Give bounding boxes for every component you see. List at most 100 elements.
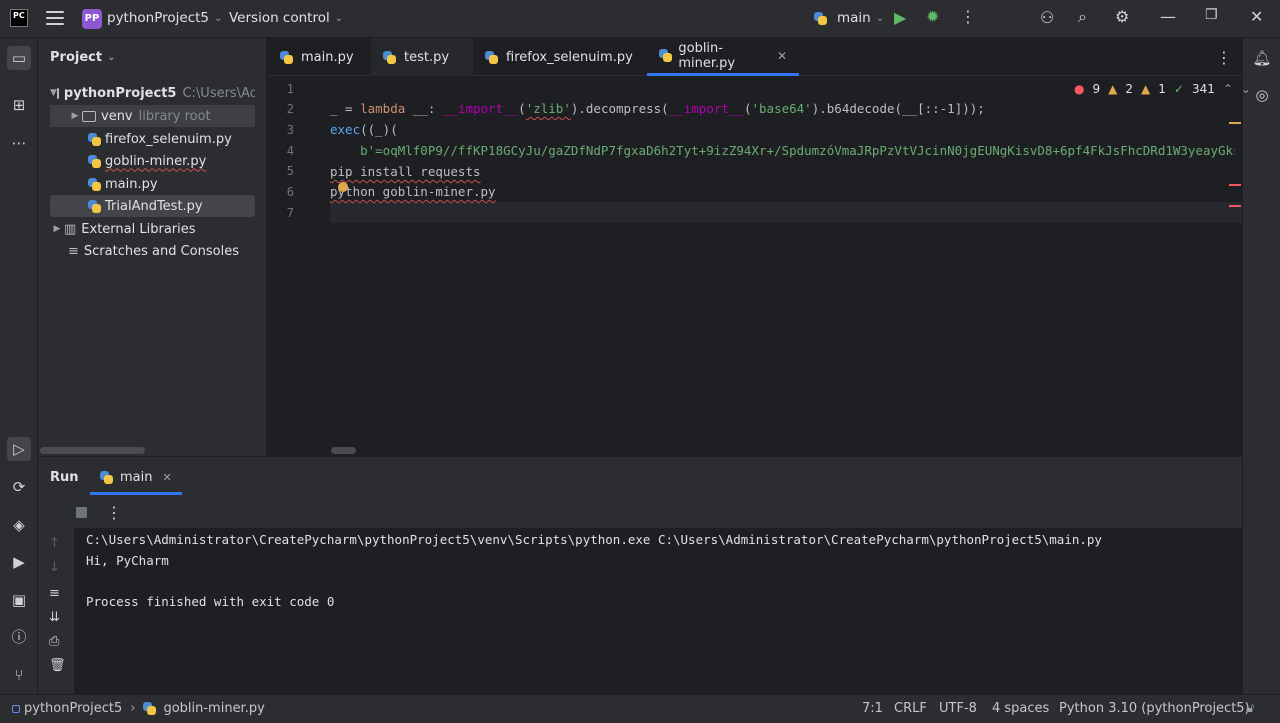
main-menu-icon[interactable] <box>46 11 64 25</box>
settings-gear-icon[interactable]: ⚙ <box>1115 7 1129 26</box>
code-token: exec <box>330 122 361 137</box>
close-tab-icon[interactable]: ✕ <box>777 49 787 63</box>
tree-item-file-selected[interactable]: TrialAndTest.py <box>50 195 255 217</box>
python-file-icon <box>88 154 101 168</box>
services-icon[interactable]: ▶ <box>7 550 31 574</box>
project-folder-icon[interactable]: ▭ <box>7 46 31 70</box>
python-packages-icon[interactable]: ⟳ <box>7 475 31 499</box>
project-panel-header[interactable]: Project ⌄ <box>50 50 115 65</box>
project-badge[interactable]: PP <box>82 9 102 29</box>
tree-item-venv[interactable]: ▶ venv library root <box>50 105 255 127</box>
code-token: _ = <box>330 101 361 116</box>
intention-bulb-icon[interactable] <box>338 182 348 192</box>
scrollbar-warning-mark[interactable] <box>1229 122 1241 124</box>
tab-goblin-miner[interactable]: goblin-miner.py ✕ <box>647 38 799 76</box>
file-encoding[interactable]: UTF-8 <box>939 701 977 716</box>
code-token: __import__ <box>442 101 519 116</box>
tree-item-file[interactable]: firefox_selenuim.py <box>50 128 255 150</box>
folder-icon <box>82 110 96 122</box>
warning-count: 2 <box>1125 82 1133 96</box>
scroll-up-icon[interactable]: ↑ <box>49 536 60 551</box>
problems-icon[interactable]: ⓘ <box>7 625 31 649</box>
line-gutter: 1 2 3 4 5 6 7 <box>268 76 330 456</box>
expand-arrow-icon[interactable]: ▶ <box>68 111 82 121</box>
tree-item-file[interactable]: main.py <box>50 173 255 195</box>
run-icon[interactable]: ▶ <box>894 8 906 27</box>
scratches-icon: ≡ <box>68 243 79 259</box>
add-user-icon[interactable]: ⚇ <box>1040 8 1054 27</box>
tab-firefox-selenuim[interactable]: firefox_selenuim.py <box>473 38 645 76</box>
tabs-menu-icon[interactable]: ⋮ <box>1216 48 1232 67</box>
tree-root-name: pythonProject5 <box>63 85 177 101</box>
minimize-icon[interactable]: — <box>1160 7 1176 26</box>
folder-icon <box>56 87 59 99</box>
scroll-down-icon[interactable]: ↓ <box>49 560 60 575</box>
indent-setting[interactable]: 4 spaces <box>992 701 1049 716</box>
notifications-bell-icon[interactable]: 🔔︎ <box>1250 46 1274 70</box>
structure-icon[interactable]: ⊞ <box>7 93 31 117</box>
terminal-icon[interactable]: ▣ <box>7 588 31 612</box>
lock-icon[interactable]: 🔓︎ <box>1246 701 1254 716</box>
python-file-icon <box>88 199 101 213</box>
tree-root[interactable]: ▼ pythonProject5 C:\Users\Adm <box>50 82 255 104</box>
run-tool-icon[interactable]: ▷ <box>7 437 31 461</box>
breadcrumb-project[interactable]: pythonProject5 <box>24 701 122 716</box>
caret-position[interactable]: 7:1 <box>862 701 883 716</box>
code-editor[interactable]: _ = lambda __: __import__('zlib').decomp… <box>330 76 1235 446</box>
check-icon: ✓ <box>1173 82 1184 96</box>
trash-icon[interactable]: 🗑︎ <box>49 658 66 673</box>
run-side-toolbar: ↑ ↓ ≡ ⇊ ⎙ 🗑︎ <box>38 500 74 694</box>
inspection-widget[interactable]: ● 9 ▲ 2 ▲ 1 ✓ 341 ⌃ ⌄ <box>1074 82 1259 96</box>
previous-problem-icon[interactable]: ⌃ <box>1223 82 1233 96</box>
external-libraries-label: External Libraries <box>81 221 196 237</box>
tree-scratches[interactable]: ≡ Scratches and Consoles <box>50 240 255 262</box>
python-icon <box>100 471 113 484</box>
line-separator[interactable]: CRLF <box>894 701 927 716</box>
ok-count: 341 <box>1191 82 1215 96</box>
project-panel-scrollbar[interactable] <box>40 447 145 454</box>
layers-icon[interactable]: ◈ <box>7 513 31 537</box>
expand-arrow-icon[interactable]: ▶ <box>50 224 64 234</box>
tab-label: firefox_selenuim.py <box>506 49 633 65</box>
run-config-name: main <box>837 10 871 26</box>
status-bar: pythonProject5 › goblin-miner.py 7:1 CRL… <box>0 694 1280 723</box>
run-config-selector[interactable]: main ⌄ <box>814 10 884 26</box>
more-options-icon[interactable]: ⋮ <box>106 503 122 522</box>
git-icon[interactable]: ⑂ <box>7 663 31 687</box>
scroll-to-end-icon[interactable]: ⇊ <box>49 610 60 625</box>
tab-test-py[interactable]: test.py <box>371 38 473 76</box>
code-token: ).b64decode(__[::-1])); <box>811 101 985 116</box>
close-tab-icon[interactable]: ✕ <box>162 471 171 484</box>
run-tab-main[interactable]: main ✕ <box>90 463 182 495</box>
soft-wrap-icon[interactable]: ≡ <box>49 586 60 601</box>
debug-icon[interactable]: ✹ <box>926 7 939 26</box>
project-switcher[interactable]: pythonProject5 ⌄ <box>107 10 222 26</box>
tree-external-libraries[interactable]: ▶ ▥ External Libraries <box>50 218 255 240</box>
expand-arrow-icon[interactable]: ▼ <box>50 88 57 98</box>
next-problem-icon[interactable]: ⌄ <box>1241 82 1251 96</box>
tree-item-file[interactable]: goblin-miner.py <box>50 150 255 172</box>
python-file-icon <box>485 50 498 64</box>
restore-icon[interactable]: ❐ <box>1205 7 1218 23</box>
python-icon <box>814 11 827 25</box>
scrollbar-error-mark[interactable] <box>1229 205 1241 207</box>
python-interpreter[interactable]: Python 3.10 (pythonProject5) <box>1059 701 1250 716</box>
line-number: 5 <box>286 164 294 178</box>
search-icon[interactable]: ⌕ <box>1078 7 1087 27</box>
run-console[interactable]: C:\Users\Administrator\CreatePycharm\pyt… <box>74 528 1242 694</box>
breadcrumb-file[interactable]: goblin-miner.py <box>163 701 264 716</box>
python-file-icon <box>659 49 673 62</box>
code-token: ( <box>743 101 752 116</box>
more-options-icon[interactable]: ⋮ <box>960 7 976 26</box>
scrollbar-error-mark[interactable] <box>1229 184 1241 186</box>
error-count: 9 <box>1092 82 1101 96</box>
close-icon[interactable]: ✕ <box>1250 7 1263 26</box>
breadcrumb[interactable]: pythonProject5 › goblin-miner.py <box>12 701 265 716</box>
tab-main-py[interactable]: main.py <box>268 38 371 76</box>
editor-horizontal-scrollbar[interactable] <box>331 447 356 454</box>
print-icon[interactable]: ⎙ <box>49 634 59 649</box>
stop-icon[interactable] <box>76 507 87 518</box>
more-tools-icon[interactable]: ⋯ <box>7 131 31 155</box>
chevron-down-icon: ⌄ <box>334 12 344 24</box>
vcs-menu[interactable]: Version control ⌄ <box>229 10 343 26</box>
